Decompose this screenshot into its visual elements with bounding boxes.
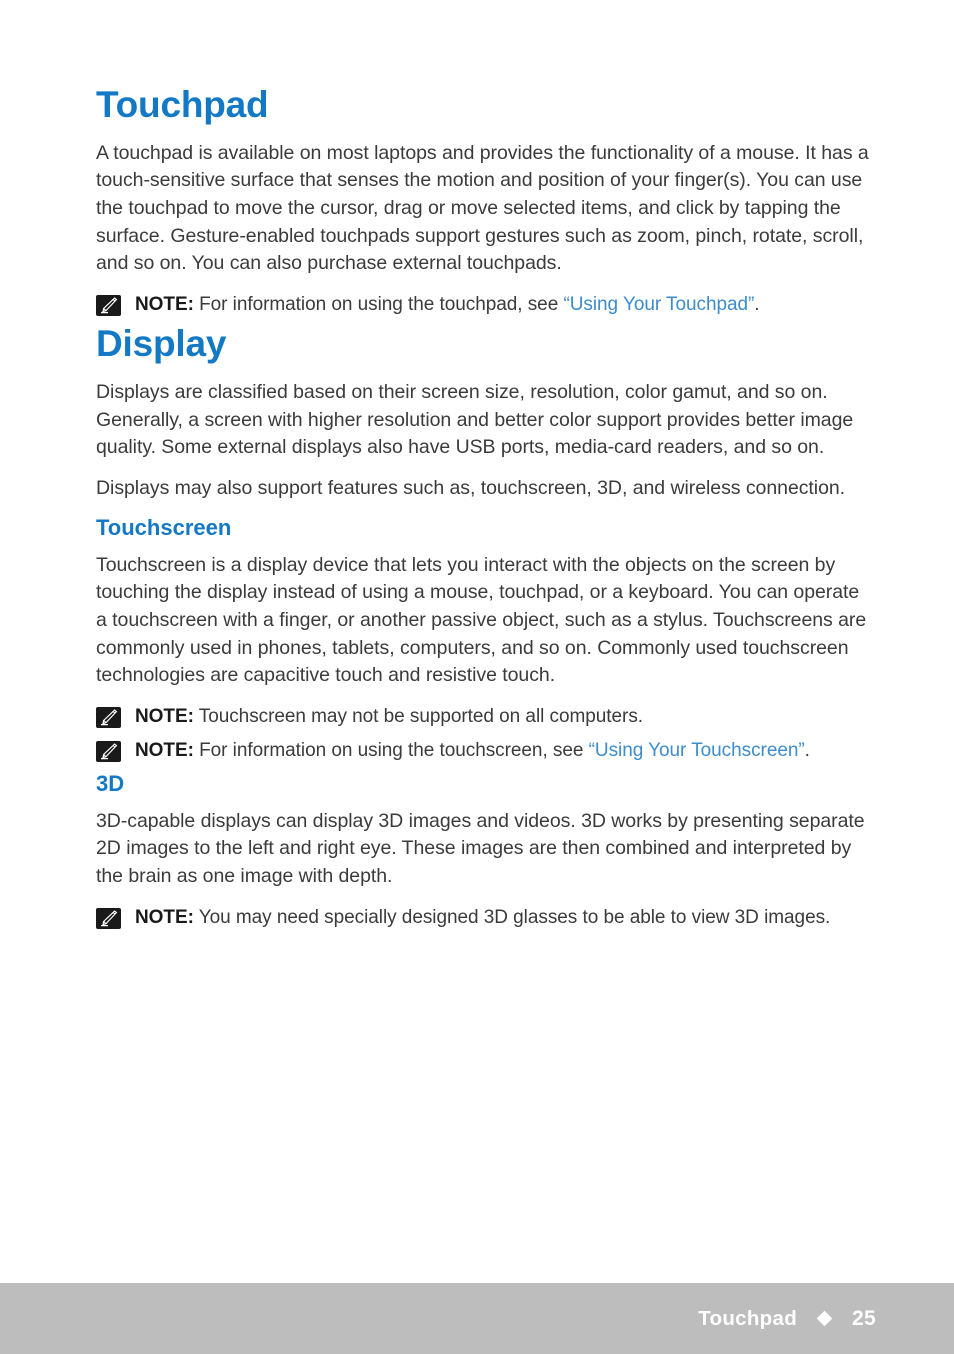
touchpad-paragraph: A touchpad is available on most laptops …	[96, 141, 869, 275]
note-label: NOTE:	[135, 906, 194, 928]
page-footer: Touchpad 25	[0, 1283, 954, 1354]
note-label: NOTE:	[135, 705, 194, 727]
pencil-icon	[96, 706, 121, 728]
diamond-bullet-icon	[816, 1310, 833, 1327]
page-content: Touchpad A touchpad is available on most…	[96, 84, 874, 938]
note-text-tail: .	[754, 293, 760, 315]
subsection-title-3d: 3D	[96, 770, 125, 796]
footer-content: Touchpad 25	[698, 1283, 876, 1354]
document-page: Touchpad A touchpad is available on most…	[0, 0, 954, 1354]
note-link[interactable]: “Using Your Touchpad”	[563, 294, 754, 315]
footer-chapter-label: Touchpad	[698, 1306, 798, 1330]
note-touchscreen-support: NOTE: Touchscreen may not be supported o…	[96, 703, 874, 731]
subsection-title-touchscreen: Touchscreen	[96, 514, 232, 540]
page-title-display: Display	[96, 323, 227, 365]
note-text: You may need specially designed 3D glass…	[193, 906, 831, 928]
display-paragraph-2: Displays may also support features such …	[96, 476, 846, 499]
note-text: For information on using the touchpad, s…	[193, 293, 564, 315]
note-3d-glasses: NOTE: You may need specially designed 3D…	[96, 904, 874, 932]
page-number: 25	[852, 1306, 876, 1330]
threed-paragraph: 3D-capable displays can display 3D image…	[96, 809, 865, 888]
note-text: For information on using the touchscreen…	[193, 740, 589, 762]
note-touchpad: NOTE: For information on using the touch…	[96, 291, 874, 319]
note-label: NOTE:	[135, 293, 194, 315]
note-label: NOTE:	[135, 740, 194, 762]
page-title-touchpad: Touchpad	[96, 84, 269, 125]
pencil-icon	[96, 294, 121, 316]
display-paragraph-1: Displays are classified based on their s…	[96, 381, 854, 459]
note-link[interactable]: “Using Your Touchscreen”	[589, 740, 805, 761]
pencil-icon	[96, 741, 121, 763]
note-text: Touchscreen may not be supported on all …	[193, 705, 643, 727]
pencil-icon	[96, 907, 121, 929]
touchscreen-paragraph: Touchscreen is a display device that let…	[96, 553, 867, 687]
note-touchscreen-info: NOTE: For information on using the touch…	[96, 737, 874, 765]
note-text-tail: .	[804, 740, 810, 762]
